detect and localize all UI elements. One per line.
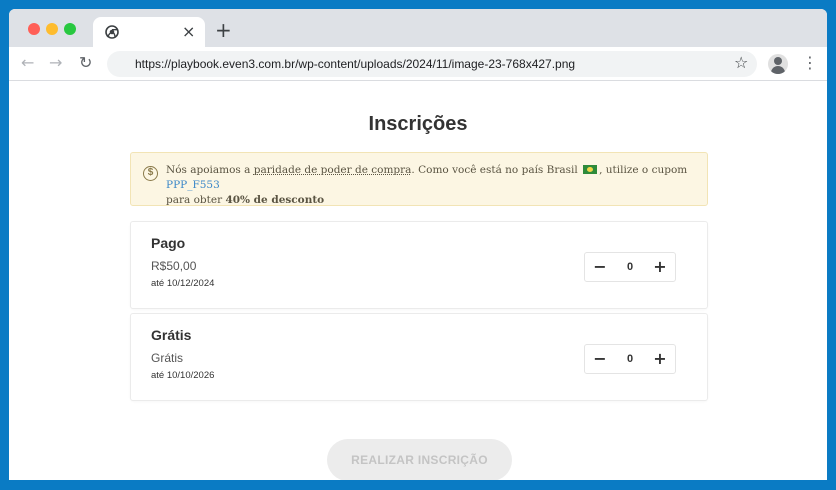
active-tab[interactable]: × [93,17,205,47]
submit-registration-button[interactable]: REALIZAR INSCRIÇÃO [327,439,512,480]
bookmark-star-icon[interactable]: ☆ [734,52,748,74]
decrease-quantity-button[interactable]: − [585,253,615,281]
discount-amount: 40% de desconto [225,194,325,206]
profile-avatar-icon[interactable] [768,54,788,74]
quantity-value[interactable]: 0 [615,253,645,281]
new-tab-button[interactable]: + [215,19,232,41]
close-window-button[interactable] [28,23,40,35]
quantity-value[interactable]: 0 [615,345,645,373]
more-menu-icon[interactable]: ⋮ [802,52,818,74]
ppp-notice: $ Nós apoiamos a paridade de poder de co… [130,152,708,206]
tab-strip: × + [9,9,827,47]
quantity-stepper: − 0 + [584,344,676,374]
dollar-coin-icon: $ [143,166,158,181]
ticket-card-pago: Pago R$50,00 até 10/12/2024 − 0 + [130,221,708,309]
ticket-price: R$50,00 [151,259,197,273]
quantity-stepper: − 0 + [584,252,676,282]
minimize-window-button[interactable] [46,23,58,35]
increase-quantity-button[interactable]: + [645,345,675,373]
ticket-card-gratis: Grátis Grátis até 10/10/2026 − 0 + [130,313,708,401]
url-text[interactable]: https://playbook.even3.com.br/wp-content… [135,51,575,77]
coupon-code[interactable]: PPP_F553 [166,179,220,191]
page-content: Inscrições $ Nós apoiamos a paridade de … [9,81,827,480]
browser-toolbar: ← → ↻ https://playbook.even3.com.br/wp-c… [9,47,827,81]
address-bar[interactable]: https://playbook.even3.com.br/wp-content… [107,51,757,77]
page-title: Inscrições [368,113,468,135]
chrome-icon [105,25,119,39]
forward-icon[interactable]: → [49,52,62,74]
ticket-name: Pago [151,235,186,251]
ticket-price: Grátis [151,351,184,365]
reload-icon[interactable]: ↻ [79,52,92,74]
ticket-name: Grátis [151,327,192,343]
notice-text: Nós apoiamos a paridade de poder de comp… [166,164,688,206]
back-icon[interactable]: ← [21,52,34,74]
ticket-deadline: até 10/10/2026 [151,370,215,381]
tab-close-button[interactable]: × [182,22,195,42]
brazil-flag-icon [583,165,598,174]
ppp-link[interactable]: paridade de poder de compra [254,164,412,176]
decrease-quantity-button[interactable]: − [585,345,615,373]
increase-quantity-button[interactable]: + [645,253,675,281]
maximize-window-button[interactable] [64,23,76,35]
ticket-deadline: até 10/12/2024 [151,278,215,289]
browser-window: × + ← → ↻ https://playbook.even3.com.br/… [9,9,827,480]
